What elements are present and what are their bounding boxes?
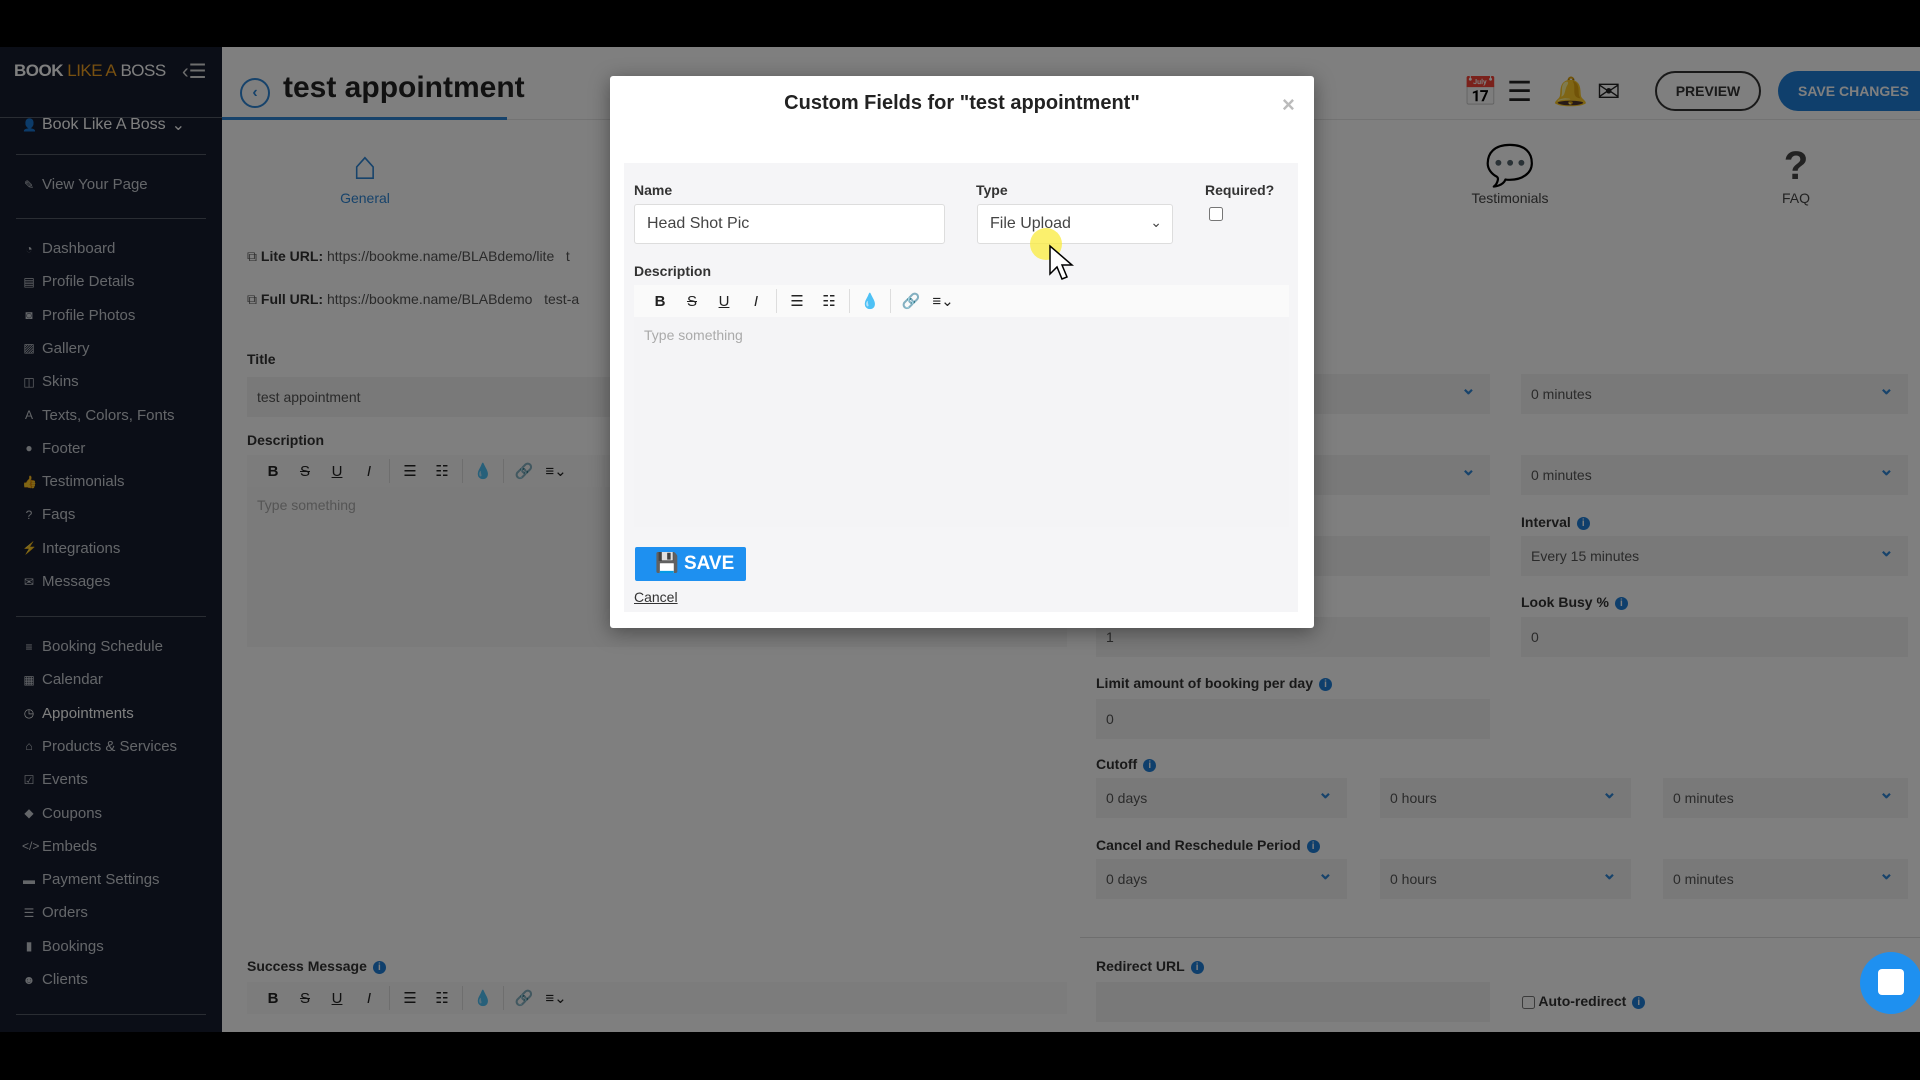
required-checkbox[interactable]	[1209, 207, 1223, 221]
cancel-link[interactable]: Cancel	[634, 589, 678, 605]
editor-toolbar: BSUI ☰☷ 💧 🔗≡⌄	[634, 285, 1289, 317]
link-icon[interactable]: 🔗	[895, 292, 927, 310]
strike-icon[interactable]: S	[676, 293, 708, 310]
chat-icon	[1878, 969, 1904, 995]
underline-icon[interactable]: U	[708, 293, 740, 310]
color-icon[interactable]: 💧	[854, 292, 886, 310]
bullet-list-icon[interactable]: ☰	[781, 292, 813, 310]
modal-title: Custom Fields for "test appointment"	[784, 92, 1140, 114]
type-label: Type	[976, 182, 1008, 198]
app-screen: BOOK LIKE A BOSS ‹☰ 👤Book Like A Boss⌄ ✎…	[0, 47, 1920, 1032]
save-icon: 💾	[655, 553, 679, 574]
chat-widget-button[interactable]	[1860, 952, 1920, 1014]
mouse-cursor-icon	[1030, 228, 1075, 280]
field-form: Name Head Shot Pic Type File Upload ⌄ Req…	[624, 163, 1298, 612]
name-label: Name	[634, 182, 673, 198]
required-label: Required?	[1205, 182, 1275, 198]
align-icon[interactable]: ≡⌄	[927, 292, 959, 310]
name-input[interactable]: Head Shot Pic	[634, 204, 945, 244]
save-button[interactable]: 💾 SAVE	[635, 547, 746, 581]
chevron-down-icon: ⌄	[1150, 214, 1162, 230]
ordered-list-icon[interactable]: ☷	[813, 292, 845, 310]
description-editor[interactable]: Type something	[634, 317, 1289, 527]
bold-icon[interactable]: B	[644, 293, 676, 310]
close-icon[interactable]: ×	[1282, 92, 1295, 118]
italic-icon[interactable]: I	[740, 293, 772, 310]
description-label: Description	[634, 263, 712, 279]
custom-fields-modal: Custom Fields for "test appointment" × N…	[610, 76, 1314, 628]
